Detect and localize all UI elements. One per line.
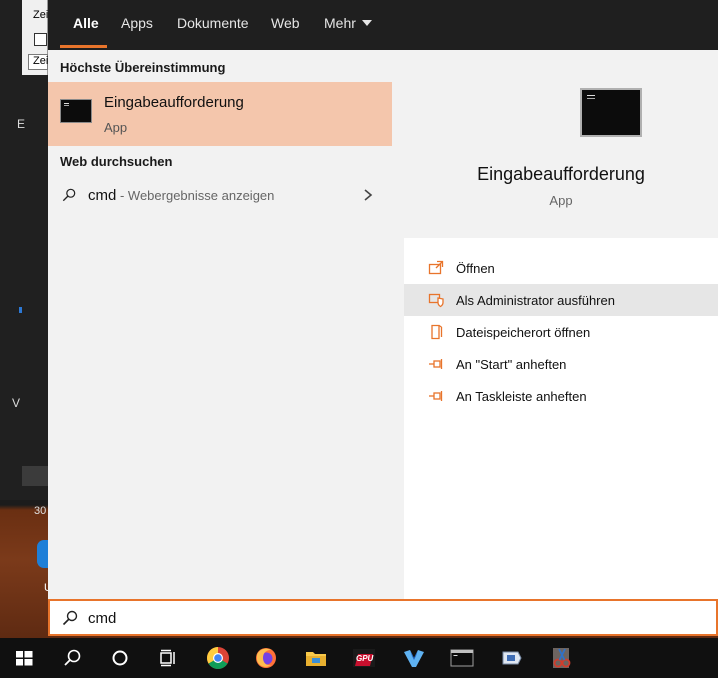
pin-icon	[429, 391, 443, 401]
taskbar: GPU	[0, 638, 718, 678]
tab-more[interactable]: Mehr	[324, 15, 372, 31]
background-text: V	[12, 396, 21, 410]
search-tab-bar: Alle Apps Dokumente Web Mehr	[48, 0, 718, 50]
file-location-icon	[431, 324, 443, 340]
action-run-as-admin[interactable]: Als Administrator ausführen	[404, 284, 718, 316]
action-pin-to-taskbar[interactable]: An Taskleiste anheften	[404, 380, 718, 412]
command-prompt-large-icon	[580, 88, 642, 137]
action-pin-to-taskbar-label: An Taskleiste anheften	[456, 389, 587, 404]
chrome-icon	[207, 647, 229, 669]
gpu-z-label: GPU	[356, 654, 374, 663]
snipping-tool-icon	[553, 648, 571, 668]
action-open-file-location[interactable]: Dateispeicherort öffnen	[404, 316, 718, 348]
taskbar-search-button[interactable]	[52, 638, 92, 678]
cortana-button[interactable]	[100, 638, 140, 678]
taskbar-chrome[interactable]	[198, 638, 238, 678]
detail-pane: Eingabeaufforderung App Öffnen Als Admin…	[404, 62, 718, 600]
taskbar-snipping-tool[interactable]	[542, 638, 582, 678]
search-icon	[62, 188, 76, 202]
taskbar-gpu-z[interactable]: GPU	[344, 638, 384, 678]
search-icon	[62, 610, 78, 626]
tab-documents[interactable]: Dokumente	[177, 15, 249, 31]
taskbar-app[interactable]	[492, 638, 532, 678]
best-match-name: Eingabeaufforderung	[104, 94, 244, 111]
detail-header	[404, 62, 718, 238]
action-pin-to-start-label: An "Start" anheften	[456, 357, 567, 372]
background-number: 30	[34, 505, 47, 517]
best-match-type: App	[104, 120, 128, 135]
web-search-separator: -	[116, 188, 128, 203]
tab-all[interactable]: Alle	[73, 15, 99, 31]
active-tab-indicator	[60, 45, 107, 48]
visual-studio-icon	[404, 650, 424, 667]
results-pane: Höchste Übereinstimmung Eingabeaufforder…	[48, 50, 404, 600]
search-input[interactable]	[88, 607, 688, 629]
detail-app-name: Eingabeaufforderung	[477, 164, 645, 184]
pin-icon	[429, 359, 443, 369]
app-icon	[502, 651, 522, 665]
web-search-heading: Web durchsuchen	[60, 154, 173, 169]
file-explorer-icon	[306, 652, 326, 666]
start-button[interactable]	[4, 638, 44, 678]
action-pin-to-start[interactable]: An "Start" anheften	[404, 348, 718, 380]
best-match-heading: Höchste Übereinstimmung	[60, 60, 226, 75]
web-search-query: cmd	[88, 187, 117, 204]
taskbar-visual-studio[interactable]	[394, 638, 434, 678]
admin-shield-icon	[428, 293, 444, 308]
background-dialog-field[interactable]: Zei	[28, 54, 48, 70]
background-window	[0, 0, 48, 500]
action-open-label: Öffnen	[456, 261, 495, 276]
tab-more-label: Mehr	[324, 15, 356, 31]
background-checkbox[interactable]	[34, 33, 47, 46]
action-open[interactable]: Öffnen	[404, 252, 718, 284]
taskbar-command-prompt[interactable]	[442, 638, 482, 678]
task-view-icon	[160, 649, 175, 667]
action-open-file-location-label: Dateispeicherort öffnen	[456, 325, 591, 340]
command-prompt-icon	[450, 649, 474, 667]
action-run-as-admin-label: Als Administrator ausführen	[456, 293, 615, 308]
task-view-button[interactable]	[148, 638, 188, 678]
firefox-icon	[256, 648, 276, 668]
background-dialog-title: Zei	[33, 9, 49, 21]
web-search-result[interactable]: cmd - Webergebnisse anzeigen	[48, 178, 392, 214]
tab-web[interactable]: Web	[271, 15, 300, 31]
command-prompt-icon	[60, 99, 92, 123]
cortana-icon	[112, 650, 128, 666]
chevron-down-icon	[361, 20, 372, 27]
windows-start-icon	[16, 651, 33, 666]
search-panel: Alle Apps Dokumente Web Mehr Höchste Übe…	[48, 0, 718, 600]
web-search-hint: Webergebnisse anzeigen	[127, 188, 275, 203]
taskbar-firefox[interactable]	[246, 638, 286, 678]
background-bar	[22, 466, 48, 486]
detail-app-type: App	[549, 193, 573, 208]
best-match-result[interactable]: Eingabeaufforderung App	[48, 82, 392, 146]
tab-apps[interactable]: Apps	[121, 15, 153, 31]
open-icon	[428, 260, 444, 275]
search-box[interactable]	[48, 599, 718, 636]
background-mark	[19, 307, 22, 313]
background-text: E	[17, 117, 26, 131]
taskbar-file-explorer[interactable]	[296, 638, 336, 678]
search-icon	[64, 649, 81, 666]
